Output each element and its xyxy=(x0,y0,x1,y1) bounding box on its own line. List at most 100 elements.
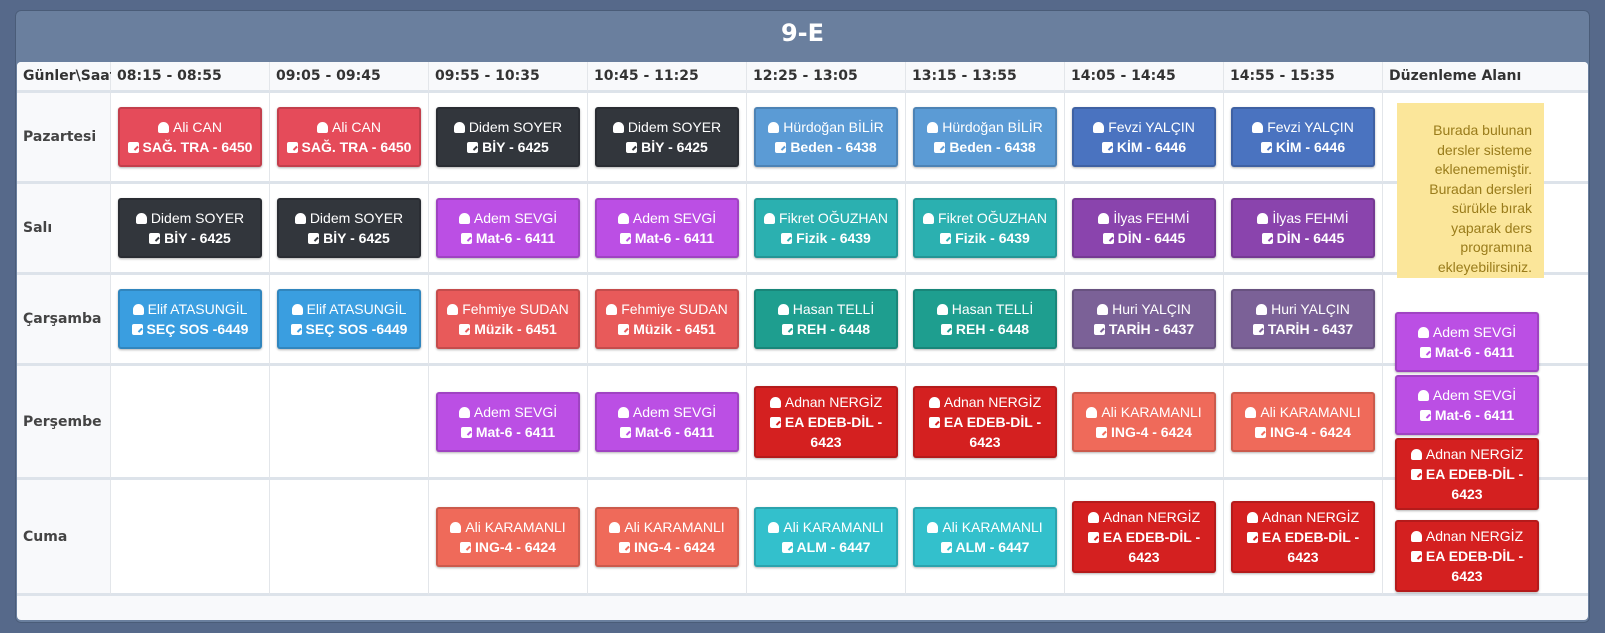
lesson-card[interactable]: Adnan NERGİZ EA EDEB-DİL - 6423 xyxy=(1072,500,1216,573)
schedule-slot[interactable]: Adnan NERGİZ EA EDEB-DİL - 6423 xyxy=(906,366,1065,480)
schedule-slot[interactable]: Adem SEVGİ Mat-6 - 6411 xyxy=(588,184,747,275)
lesson-card[interactable]: Fevzi YALÇIN KİM - 6446 xyxy=(1072,107,1216,167)
schedule-slot[interactable] xyxy=(111,480,270,596)
lesson-card[interactable]: Huri YALÇIN TARİH - 6437 xyxy=(1072,289,1216,349)
pending-lesson[interactable]: Adnan NERGİZ EA EDEB-DİL - 6423 xyxy=(1395,520,1539,592)
schedule-slot[interactable]: Adem SEVGİ Mat-6 - 6411 xyxy=(429,366,588,480)
lesson-card[interactable]: Fikret OĞUZHAN Fizik - 6439 xyxy=(754,198,898,258)
schedule-slot[interactable]: İlyas FEHMİ DİN - 6445 xyxy=(1224,184,1383,275)
schedule-slot[interactable]: Elif ATASUNGİL SEÇ SOS -6449 xyxy=(270,275,429,366)
lesson-card[interactable]: Huri YALÇIN TARİH - 6437 xyxy=(1231,289,1375,349)
lesson-card[interactable]: Ali KARAMANLI ING-4 - 6424 xyxy=(1231,391,1375,452)
lesson-card[interactable]: Adem SEVGİ Mat-6 - 6411 xyxy=(595,391,739,452)
lesson-card[interactable]: Adem SEVGİ Mat-6 - 6411 xyxy=(595,198,739,258)
user-icon xyxy=(135,213,147,224)
user-icon xyxy=(458,213,470,224)
edit-icon xyxy=(1255,426,1267,438)
lesson-card[interactable]: İlyas FEHMİ DİN - 6445 xyxy=(1231,198,1375,258)
lesson-card[interactable]: Elif ATASUNGİL SEÇ SOS -6449 xyxy=(277,289,421,349)
schedule-slot[interactable]: Adem SEVGİ Mat-6 - 6411 xyxy=(429,184,588,275)
schedule-slot[interactable]: Adem SEVGİ Mat-6 - 6411 xyxy=(588,366,747,480)
schedule-slot[interactable]: Adnan NERGİZ EA EDEB-DİL - 6423 xyxy=(1224,480,1383,596)
lesson-card[interactable]: Elif ATASUNGİL SEÇ SOS -6449 xyxy=(118,289,262,349)
lesson-card[interactable]: Didem SOYER BİY - 6425 xyxy=(118,198,262,258)
lesson-card[interactable]: Adem SEVGİ Mat-6 - 6411 xyxy=(1395,375,1539,435)
schedule-slot[interactable]: Didem SOYER BİY - 6425 xyxy=(111,184,270,275)
schedule-slot[interactable]: Ali KARAMANLI ALM - 6447 xyxy=(906,480,1065,596)
schedule-slot[interactable]: Adnan NERGİZ EA EDEB-DİL - 6423 xyxy=(1065,480,1224,596)
lesson-card[interactable]: Adem SEVGİ Mat-6 - 6411 xyxy=(1395,312,1539,372)
schedule-slot[interactable]: Didem SOYER BİY - 6425 xyxy=(588,93,747,184)
schedule-slot[interactable]: Hürdoğan BİLİR Beden - 6438 xyxy=(747,93,906,184)
schedule-slot[interactable]: Didem SOYER BİY - 6425 xyxy=(429,93,588,184)
lesson-card[interactable]: Fehmiye SUDAN Müzik - 6451 xyxy=(436,289,580,349)
lesson-card[interactable]: Adnan NERGİZ EA EDEB-DİL - 6423 xyxy=(1395,438,1539,510)
lesson-card[interactable]: Fikret OĞUZHAN Fizik - 6439 xyxy=(913,198,1057,258)
lesson-card[interactable]: Ali KARAMANLI ING-4 - 6424 xyxy=(436,506,580,567)
pending-lesson[interactable]: Adem SEVGİ Mat-6 - 6411 xyxy=(1395,312,1539,372)
schedule-slot[interactable] xyxy=(111,366,270,480)
lesson-card[interactable]: İlyas FEHMİ DİN - 6445 xyxy=(1072,198,1216,258)
time-header: 10:45 - 11:25 xyxy=(588,62,747,93)
time-header: 14:05 - 14:45 xyxy=(1065,62,1224,93)
class-title: 9-E xyxy=(780,19,825,47)
lesson-card[interactable]: Adem SEVGİ Mat-6 - 6411 xyxy=(436,198,580,258)
lesson-card[interactable]: Hürdoğan BİLİR Beden - 6438 xyxy=(754,107,898,167)
schedule-slot[interactable]: Fevzi YALÇIN KİM - 6446 xyxy=(1065,93,1224,184)
teacher-name: Adem SEVGİ xyxy=(632,403,717,420)
schedule-slot[interactable]: Elif ATASUNGİL SEÇ SOS -6449 xyxy=(111,275,270,366)
schedule-slot[interactable]: Huri YALÇIN TARİH - 6437 xyxy=(1065,275,1224,366)
schedule-slot[interactable]: Didem SOYER BİY - 6425 xyxy=(270,184,429,275)
lesson-card[interactable]: Adnan NERGİZ EA EDEB-DİL - 6423 xyxy=(1395,520,1539,592)
schedule-slot[interactable]: Ali KARAMANLI ING-4 - 6424 xyxy=(1065,366,1224,480)
schedule-slot[interactable]: Fevzi YALÇIN KİM - 6446 xyxy=(1224,93,1383,184)
schedule-slot[interactable]: Hasan TELLİ REH - 6448 xyxy=(906,275,1065,366)
lesson-card[interactable]: Adem SEVGİ Mat-6 - 6411 xyxy=(436,391,580,452)
lesson-card[interactable]: Hürdoğan BİLİR Beden - 6438 xyxy=(913,107,1057,167)
course-code: ALM - 6447 xyxy=(796,538,871,555)
lesson-card[interactable]: Hasan TELLİ REH - 6448 xyxy=(754,289,898,349)
lesson-card[interactable]: Ali KARAMANLI ALM - 6447 xyxy=(754,506,898,567)
pending-lesson[interactable]: Adnan NERGİZ EA EDEB-DİL - 6423 xyxy=(1395,438,1539,510)
lesson-card[interactable]: Ali KARAMANLI ALM - 6447 xyxy=(913,506,1057,567)
pending-lesson[interactable]: Adem SEVGİ Mat-6 - 6411 xyxy=(1395,375,1539,435)
edit-icon xyxy=(1410,469,1422,480)
lesson-card[interactable]: Didem SOYER BİY - 6425 xyxy=(436,107,580,167)
schedule-slot[interactable]: Fehmiye SUDAN Müzik - 6451 xyxy=(429,275,588,366)
lesson-card[interactable]: Fevzi YALÇIN KİM - 6446 xyxy=(1231,107,1375,167)
lesson-card[interactable]: Ali KARAMANLI ING-4 - 6424 xyxy=(1072,391,1216,452)
lesson-card[interactable]: Adnan NERGİZ EA EDEB-DİL - 6423 xyxy=(1231,500,1375,573)
schedule-slot[interactable] xyxy=(270,480,429,596)
schedule-slot[interactable] xyxy=(270,366,429,480)
schedule-slot[interactable]: Ali CAN SAĞ. TRA - 6450 xyxy=(270,93,429,184)
lesson-card[interactable]: Didem SOYER BİY - 6425 xyxy=(277,198,421,258)
user-icon xyxy=(291,304,303,315)
lesson-card[interactable]: Hasan TELLİ REH - 6448 xyxy=(913,289,1057,349)
schedule-slot[interactable]: İlyas FEHMİ DİN - 6445 xyxy=(1065,184,1224,275)
lesson-course: DİN - 6445 xyxy=(1237,228,1369,248)
edit-icon xyxy=(467,142,479,153)
lesson-card[interactable]: Ali KARAMANLI ING-4 - 6424 xyxy=(595,506,739,567)
schedule-slot[interactable]: Ali KARAMANLI ING-4 - 6424 xyxy=(1224,366,1383,480)
schedule-slot[interactable]: Fikret OĞUZHAN Fizik - 6439 xyxy=(906,184,1065,275)
lesson-card[interactable]: Ali CAN SAĞ. TRA - 6450 xyxy=(118,107,262,167)
schedule-slot[interactable]: Fikret OĞUZHAN Fizik - 6439 xyxy=(747,184,906,275)
lesson-card[interactable]: Fehmiye SUDAN Müzik - 6451 xyxy=(595,289,739,349)
course-code: Müzik - 6451 xyxy=(474,321,557,337)
lesson-card[interactable]: Didem SOYER BİY - 6425 xyxy=(595,107,739,167)
schedule-slot[interactable]: Adnan NERGİZ EA EDEB-DİL - 6423 xyxy=(747,366,906,480)
lesson-course: ING-4 - 6424 xyxy=(1078,422,1210,442)
lesson-card[interactable]: Ali CAN SAĞ. TRA - 6450 xyxy=(277,107,421,167)
lesson-teacher: Hasan TELLİ xyxy=(919,299,1051,319)
schedule-slot[interactable]: Ali CAN SAĞ. TRA - 6450 xyxy=(111,93,270,184)
schedule-slot[interactable]: Ali KARAMANLI ING-4 - 6424 xyxy=(429,480,588,596)
schedule-slot[interactable]: Fehmiye SUDAN Müzik - 6451 xyxy=(588,275,747,366)
schedule-slot[interactable]: Hasan TELLİ REH - 6448 xyxy=(747,275,906,366)
schedule-slot[interactable]: Hürdoğan BİLİR Beden - 6438 xyxy=(906,93,1065,184)
schedule-slot[interactable]: Huri YALÇIN TARİH - 6437 xyxy=(1224,275,1383,366)
lesson-card[interactable]: Adnan NERGİZ EA EDEB-DİL - 6423 xyxy=(913,385,1057,458)
lesson-card[interactable]: Adnan NERGİZ EA EDEB-DİL - 6423 xyxy=(754,385,898,458)
schedule-slot[interactable]: Ali KARAMANLI ING-4 - 6424 xyxy=(588,480,747,596)
lesson-teacher: Adem SEVGİ xyxy=(601,208,733,228)
schedule-slot[interactable]: Ali KARAMANLI ALM - 6447 xyxy=(747,480,906,596)
